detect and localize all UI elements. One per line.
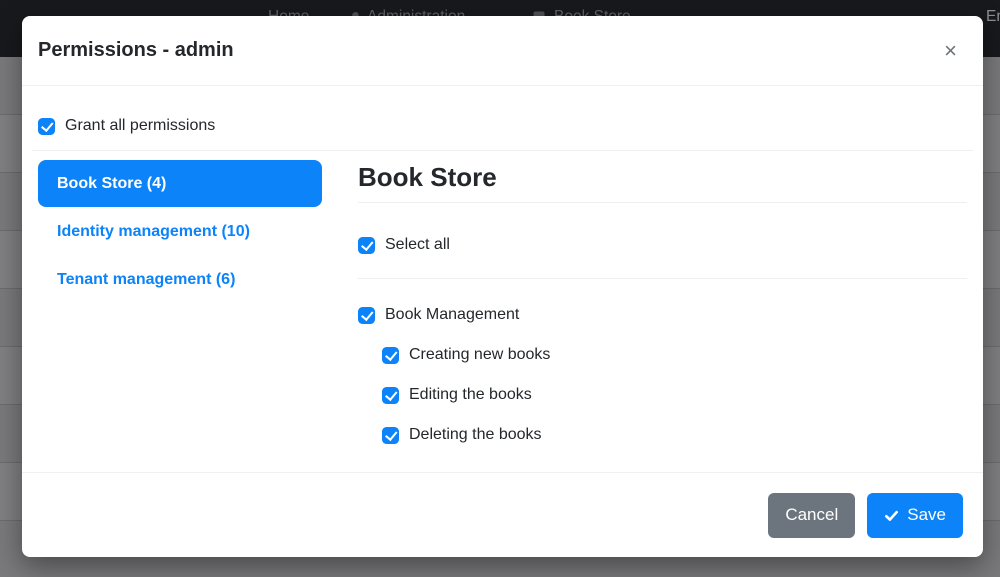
tab-identity-management[interactable]: Identity management (10) bbox=[38, 208, 322, 255]
screen: Home Administration Book Store En Permis… bbox=[0, 0, 1000, 577]
tab-identity-management-label: Identity management (10) bbox=[57, 223, 250, 241]
creating-new-books-checkbox[interactable] bbox=[382, 347, 399, 364]
permission-panel: Book Store Select all Book Management Cr… bbox=[358, 160, 967, 444]
grant-all-label: Grant all permissions bbox=[65, 117, 215, 135]
save-button[interactable]: Save bbox=[867, 493, 963, 538]
permission-row-deleting-the-books[interactable]: Deleting the books bbox=[382, 426, 967, 444]
grant-all-checkbox[interactable] bbox=[38, 118, 55, 135]
tab-tenant-management[interactable]: Tenant management (6) bbox=[38, 256, 322, 303]
modal-body: Grant all permissions Book Store (4) Ide… bbox=[22, 87, 983, 472]
panel-title: Book Store bbox=[358, 162, 967, 203]
save-button-label: Save bbox=[907, 505, 946, 525]
creating-new-books-label: Creating new books bbox=[409, 346, 550, 364]
deleting-the-books-checkbox[interactable] bbox=[382, 427, 399, 444]
nav-item-language[interactable]: En bbox=[986, 8, 1000, 26]
permission-group-tabs: Book Store (4) Identity management (10) … bbox=[38, 160, 322, 444]
editing-the-books-checkbox[interactable] bbox=[382, 387, 399, 404]
permissions-modal: Permissions - admin × Grant all permissi… bbox=[22, 16, 983, 557]
tab-book-store-label: Book Store (4) bbox=[57, 175, 166, 193]
permission-row-book-management[interactable]: Book Management bbox=[358, 306, 967, 324]
select-all-label: Select all bbox=[385, 236, 450, 254]
nav-language-label: En bbox=[986, 8, 1000, 26]
body-divider bbox=[32, 150, 973, 151]
select-all-checkbox[interactable] bbox=[358, 237, 375, 254]
select-all-row[interactable]: Select all bbox=[358, 236, 967, 254]
close-icon[interactable]: × bbox=[936, 36, 965, 66]
permission-row-editing-the-books[interactable]: Editing the books bbox=[382, 386, 967, 404]
cancel-button[interactable]: Cancel bbox=[768, 493, 855, 538]
tab-book-store[interactable]: Book Store (4) bbox=[38, 160, 322, 207]
cancel-button-label: Cancel bbox=[785, 505, 838, 525]
book-management-label: Book Management bbox=[385, 306, 519, 324]
book-management-checkbox[interactable] bbox=[358, 307, 375, 324]
modal-header: Permissions - admin × bbox=[22, 16, 983, 86]
permission-row-creating-new-books[interactable]: Creating new books bbox=[382, 346, 967, 364]
modal-title: Permissions - admin bbox=[38, 39, 234, 62]
editing-the-books-label: Editing the books bbox=[409, 386, 532, 404]
panel-divider bbox=[358, 278, 967, 279]
permissions-layout: Book Store (4) Identity management (10) … bbox=[38, 160, 967, 444]
modal-footer: Cancel Save bbox=[22, 472, 983, 557]
check-icon bbox=[884, 508, 899, 523]
deleting-the-books-label: Deleting the books bbox=[409, 426, 542, 444]
tab-tenant-management-label: Tenant management (6) bbox=[57, 271, 235, 289]
grant-all-row[interactable]: Grant all permissions bbox=[38, 117, 967, 135]
